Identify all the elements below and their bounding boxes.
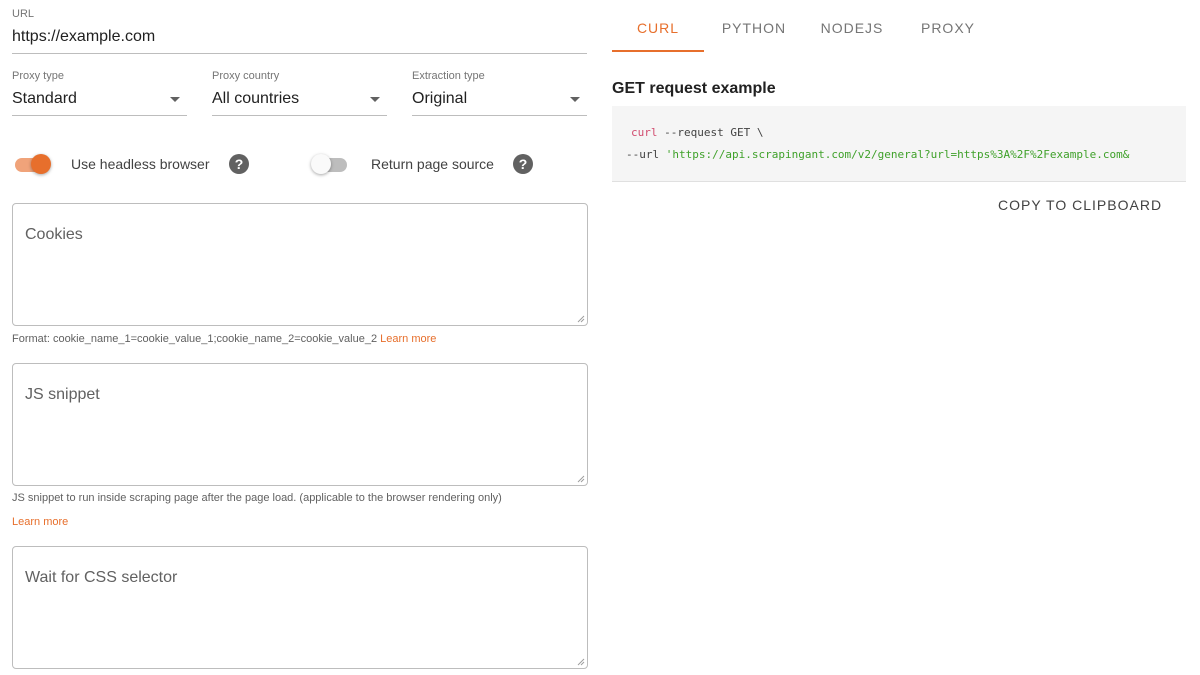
extraction-type-underline xyxy=(412,115,587,116)
proxy-country-underline xyxy=(212,115,387,116)
url-field[interactable]: URL https://example.com xyxy=(12,8,587,54)
return-page-source-toggle[interactable] xyxy=(311,152,349,176)
css-selector-textarea[interactable]: Wait for CSS selector xyxy=(12,546,588,669)
extraction-type-select[interactable]: Extraction type Original xyxy=(412,70,587,116)
headless-browser-toggle[interactable] xyxy=(13,152,51,176)
proxy-country-value: All countries xyxy=(212,90,300,107)
cookies-placeholder: Cookies xyxy=(25,226,83,243)
url-underline xyxy=(12,53,587,54)
proxy-type-select[interactable]: Proxy type Standard xyxy=(12,70,187,116)
chevron-down-icon xyxy=(370,97,380,102)
resize-handle-icon[interactable] xyxy=(577,658,585,666)
proxy-country-label: Proxy country xyxy=(212,70,280,82)
tab-python[interactable]: PYTHON xyxy=(708,20,800,36)
example-title: GET request example xyxy=(612,80,776,97)
code-block: curl --request GET \ --url 'https://api.… xyxy=(612,106,1186,182)
tab-nodejs[interactable]: NODEJS xyxy=(806,20,898,36)
url-value[interactable]: https://example.com xyxy=(12,28,155,46)
headless-browser-label: Use headless browser xyxy=(71,156,210,172)
extraction-type-value: Original xyxy=(412,90,468,107)
code-url-string: 'https://api.scrapingant.com/v2/general?… xyxy=(665,148,1130,161)
cookies-helper-text: Format: cookie_name_1=cookie_value_1;coo… xyxy=(12,333,378,345)
extraction-type-label: Extraction type xyxy=(412,70,485,82)
cookies-helper: Format: cookie_name_1=cookie_value_1;coo… xyxy=(12,333,436,345)
chevron-down-icon xyxy=(570,97,580,102)
css-selector-placeholder: Wait for CSS selector xyxy=(25,569,178,586)
tab-curl[interactable]: CURL xyxy=(612,20,704,36)
url-label: URL xyxy=(12,8,35,20)
tab-proxy[interactable]: PROXY xyxy=(902,20,994,36)
code-url-flag: --url xyxy=(626,148,666,161)
proxy-type-value: Standard xyxy=(12,90,77,107)
code-line-1: curl --request GET \ xyxy=(631,126,763,139)
js-snippet-textarea[interactable]: JS snippet xyxy=(12,363,588,486)
help-icon[interactable]: ? xyxy=(229,154,249,174)
cookies-learn-more-link[interactable]: Learn more xyxy=(380,333,436,345)
code-request-flag: --request GET \ xyxy=(657,126,764,139)
resize-handle-icon[interactable] xyxy=(577,315,585,323)
cookies-textarea[interactable]: Cookies xyxy=(12,203,588,326)
code-command: curl xyxy=(631,126,658,139)
toggle-thumb xyxy=(31,154,51,174)
code-line-2: --url 'https://api.scrapingant.com/v2/ge… xyxy=(626,148,1129,161)
js-snippet-learn-more-link[interactable]: Learn more xyxy=(12,516,68,528)
resize-handle-icon[interactable] xyxy=(577,475,585,483)
toggle-thumb xyxy=(311,154,331,174)
proxy-type-underline xyxy=(12,115,187,116)
return-page-source-label: Return page source xyxy=(371,156,494,172)
chevron-down-icon xyxy=(170,97,180,102)
proxy-type-label: Proxy type xyxy=(12,70,64,82)
js-snippet-helper: JS snippet to run inside scraping page a… xyxy=(12,492,502,504)
js-snippet-placeholder: JS snippet xyxy=(25,386,100,403)
copy-to-clipboard-button[interactable]: COPY TO CLIPBOARD xyxy=(998,197,1162,213)
active-tab-indicator xyxy=(612,50,704,52)
help-icon[interactable]: ? xyxy=(513,154,533,174)
proxy-country-select[interactable]: Proxy country All countries xyxy=(212,70,387,116)
